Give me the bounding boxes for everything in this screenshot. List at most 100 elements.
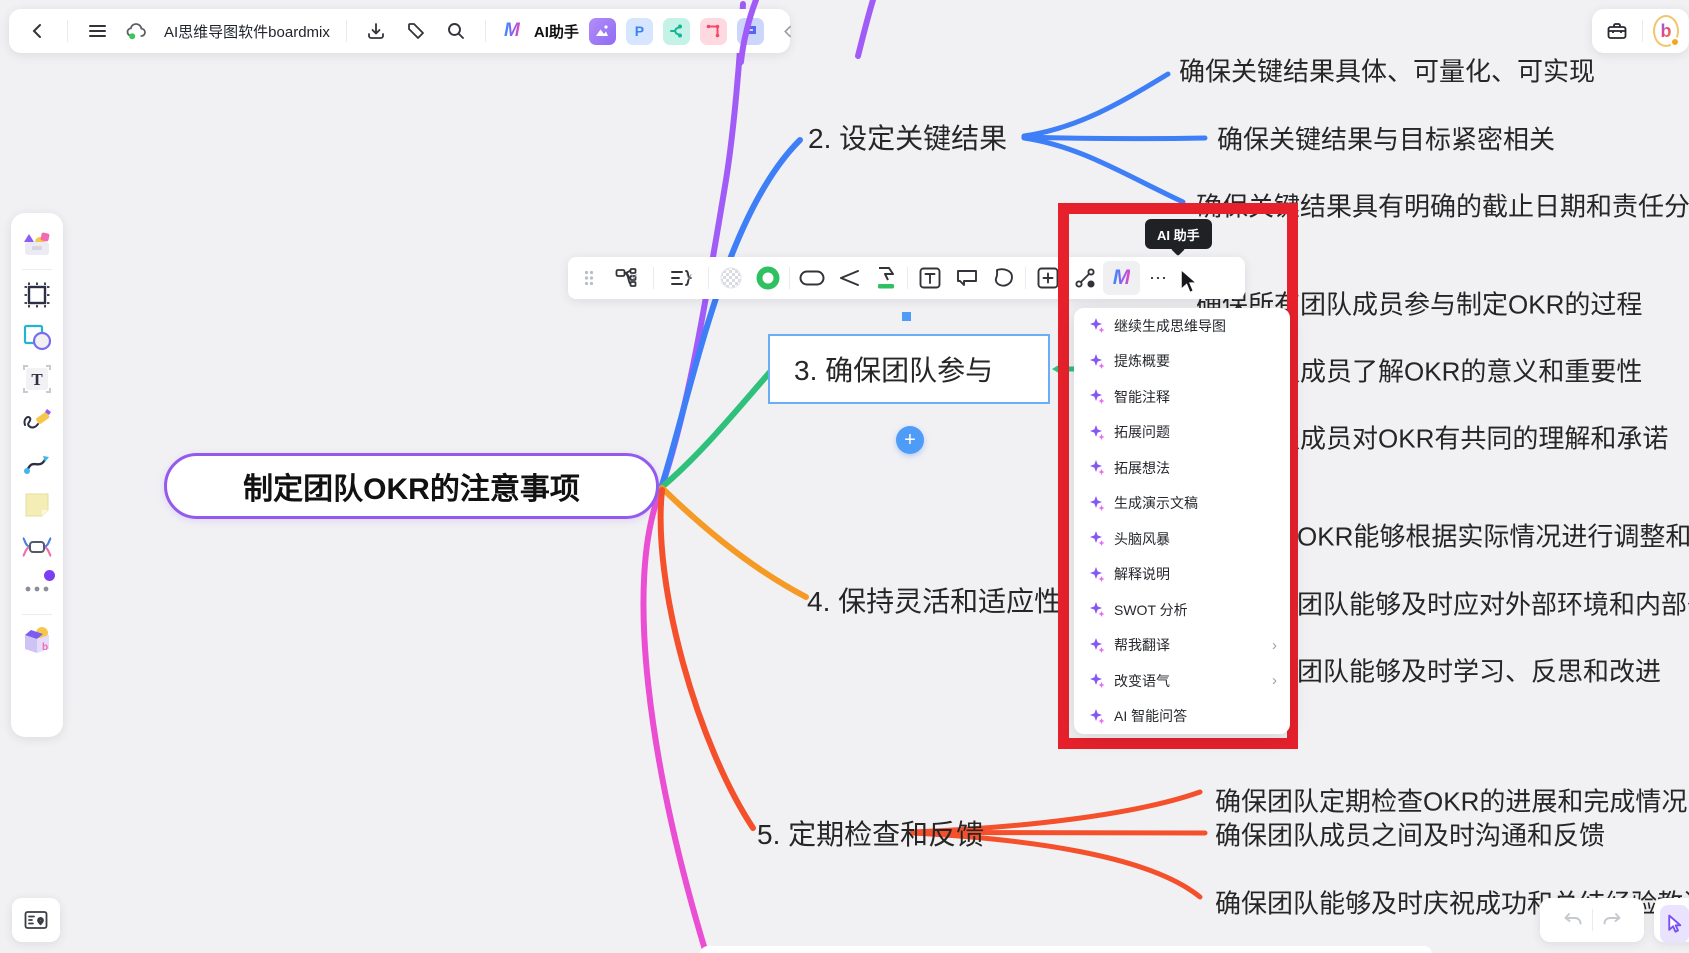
branch3-collapse-arrow (1052, 360, 1067, 378)
divider (1592, 909, 1593, 931)
divider (22, 614, 52, 615)
fill-transparent-button[interactable] (712, 261, 749, 295)
menu-item-generate-slides[interactable]: 生成演示文稿 (1074, 486, 1290, 522)
cursor-mode-pill (1654, 898, 1689, 942)
top-right-toolbar: b (1592, 9, 1689, 53)
menu-item-smart-annotate[interactable]: 智能注释 (1074, 379, 1290, 415)
resource-box-icon[interactable]: b (17, 619, 57, 661)
ai-assistant-button[interactable]: AI助手 (534, 21, 579, 42)
divider (708, 267, 709, 289)
branch6-curve-magenta (643, 492, 706, 953)
search-icon[interactable] (441, 16, 471, 46)
redo-button[interactable] (1597, 905, 1627, 935)
central-topic-node[interactable]: 制定团队OKR的注意事项 (164, 453, 659, 519)
leaf-node[interactable]: 确保关键结果与目标紧密相关 (1217, 120, 1555, 157)
text-style-button[interactable] (911, 261, 948, 295)
undo-redo-pill (1540, 898, 1644, 942)
mindmap-tool-icon[interactable] (17, 526, 57, 568)
shapes-tool-icon[interactable] (17, 316, 57, 358)
branch-color-button[interactable] (867, 261, 904, 295)
menu-item-continue-mindmap[interactable]: 继续生成思维导图 (1074, 308, 1290, 344)
back-button[interactable] (23, 16, 53, 46)
sticky-note-icon[interactable] (17, 484, 57, 526)
divider (346, 20, 347, 42)
divider (22, 269, 52, 270)
leaf-node[interactable]: 确保关键结果具体、可量化、可实现 (1179, 52, 1595, 89)
share-node-icon[interactable] (663, 18, 690, 45)
leaf-node[interactable]: 确保关键结果具有明确的截止日期和责任分配 (1196, 187, 1689, 224)
svg-text:b: b (42, 642, 48, 653)
select-cursor-button[interactable] (1660, 905, 1689, 943)
menu-hamburger-icon[interactable] (82, 16, 112, 46)
text-tool-icon[interactable]: T (17, 358, 57, 400)
branch2-curve (662, 140, 800, 485)
menu-item-change-tone[interactable]: 改变语气› (1074, 663, 1290, 699)
cloud-sync-icon[interactable] (122, 16, 152, 46)
minimap-button[interactable] (12, 898, 60, 942)
menu-item-expand-questions[interactable]: 拓展问题 (1074, 415, 1290, 451)
svg-text:T: T (31, 370, 43, 389)
branch-style-button[interactable] (830, 261, 867, 295)
menu-item-explain[interactable]: 解释说明 (1074, 557, 1290, 593)
toolbox-icon[interactable] (1602, 16, 1632, 46)
ai-assistant-menu: 继续生成思维导图 提炼概要 智能注释 拓展问题 拓展想法 生成演示文稿 头脑风暴… (1074, 308, 1290, 734)
insert-node-button[interactable] (1029, 261, 1066, 295)
drag-handle[interactable] (576, 261, 602, 295)
pen-tool-icon[interactable] (17, 400, 57, 442)
boardmix-logo[interactable]: b (1653, 15, 1679, 47)
relation-line-button[interactable] (1066, 261, 1103, 295)
ai-assistant-logo-icon: M (500, 16, 524, 46)
more-options-button[interactable]: ⋯ (1140, 261, 1177, 295)
leaf-node[interactable]: 确保团队成员之间及时沟通和反馈 (1215, 816, 1605, 853)
logo-badge (1670, 37, 1680, 47)
notification-badge (44, 570, 55, 581)
menu-item-summarize[interactable]: 提炼概要 (1074, 344, 1290, 380)
comment-button[interactable] (948, 261, 985, 295)
branch-node-5[interactable]: 5. 定期检查和反馈 (757, 813, 984, 853)
menu-item-brainstorm[interactable]: 头脑风暴 (1074, 521, 1290, 557)
top-toolbar: AI思维导图软件boardmix M AI助手 P (9, 9, 790, 53)
leaf-node[interactable]: 确保团队定期检查OKR的进展和完成情况 (1215, 782, 1687, 819)
connector-tool-icon[interactable] (17, 442, 57, 484)
menu-item-swot-analysis[interactable]: SWOT 分析 (1074, 592, 1290, 628)
branch5-curve (661, 490, 753, 828)
add-child-button[interactable]: + (896, 426, 924, 454)
structure-layout-dropdown[interactable]: ˅ (602, 261, 650, 295)
tag-icon[interactable] (401, 16, 431, 46)
chevron-down-icon: ˅ (686, 272, 692, 284)
node-context-toolbar: ˅ ˅ M ⋯ (568, 257, 1245, 299)
divider (653, 267, 654, 289)
branch-node-2[interactable]: 2. 设定关键结果 (808, 117, 1007, 157)
leaf-node[interactable]: 确保团队能够及时学习、反思和改进 (1245, 652, 1661, 689)
numbering-style-dropdown[interactable]: ˅ (657, 261, 705, 295)
menu-item-translate[interactable]: 帮我翻译› (1074, 628, 1290, 664)
flowchart-icon[interactable] (700, 18, 727, 45)
bottom-page-bar (700, 946, 1432, 953)
undo-button[interactable] (1558, 905, 1588, 935)
document-title[interactable]: AI思维导图软件boardmix (162, 21, 332, 42)
more-tools-icon[interactable] (17, 568, 57, 610)
templates-icon[interactable] (17, 223, 57, 265)
node-shape-button[interactable] (793, 261, 830, 295)
export-download-icon[interactable] (361, 16, 391, 46)
image-tool-icon[interactable] (589, 18, 616, 45)
branch4-curve (662, 488, 806, 597)
ai-assistant-tooltip: AI 助手 (1145, 219, 1212, 249)
divider (1642, 20, 1643, 42)
border-color-button[interactable] (749, 261, 786, 295)
leaf-node[interactable]: 确保团队能够及时应对外部环境和内部条件的变化 (1245, 585, 1689, 622)
frame-tool-icon[interactable] (17, 274, 57, 316)
app-p-icon[interactable]: P (626, 18, 653, 45)
divider (907, 267, 908, 289)
left-tool-sidebar: T b (11, 213, 63, 737)
collapse-toolbar-icon[interactable] (774, 16, 804, 46)
chat-bubble-icon[interactable] (737, 18, 764, 45)
branch-node-4[interactable]: 4. 保持灵活和适应性 (807, 580, 1062, 620)
leaf-node[interactable]: 确保OKR能够根据实际情况进行调整和优化 (1245, 517, 1689, 554)
selection-handle[interactable] (902, 312, 911, 321)
menu-item-ai-qa[interactable]: AI 智能问答 (1074, 699, 1290, 735)
sticker-blob-button[interactable] (985, 261, 1022, 295)
branch-node-3-selected[interactable]: 3. 确保团队参与 (768, 334, 1050, 404)
ai-assistant-toolbar-button[interactable]: M (1103, 261, 1140, 295)
menu-item-expand-ideas[interactable]: 拓展想法 (1074, 450, 1290, 486)
